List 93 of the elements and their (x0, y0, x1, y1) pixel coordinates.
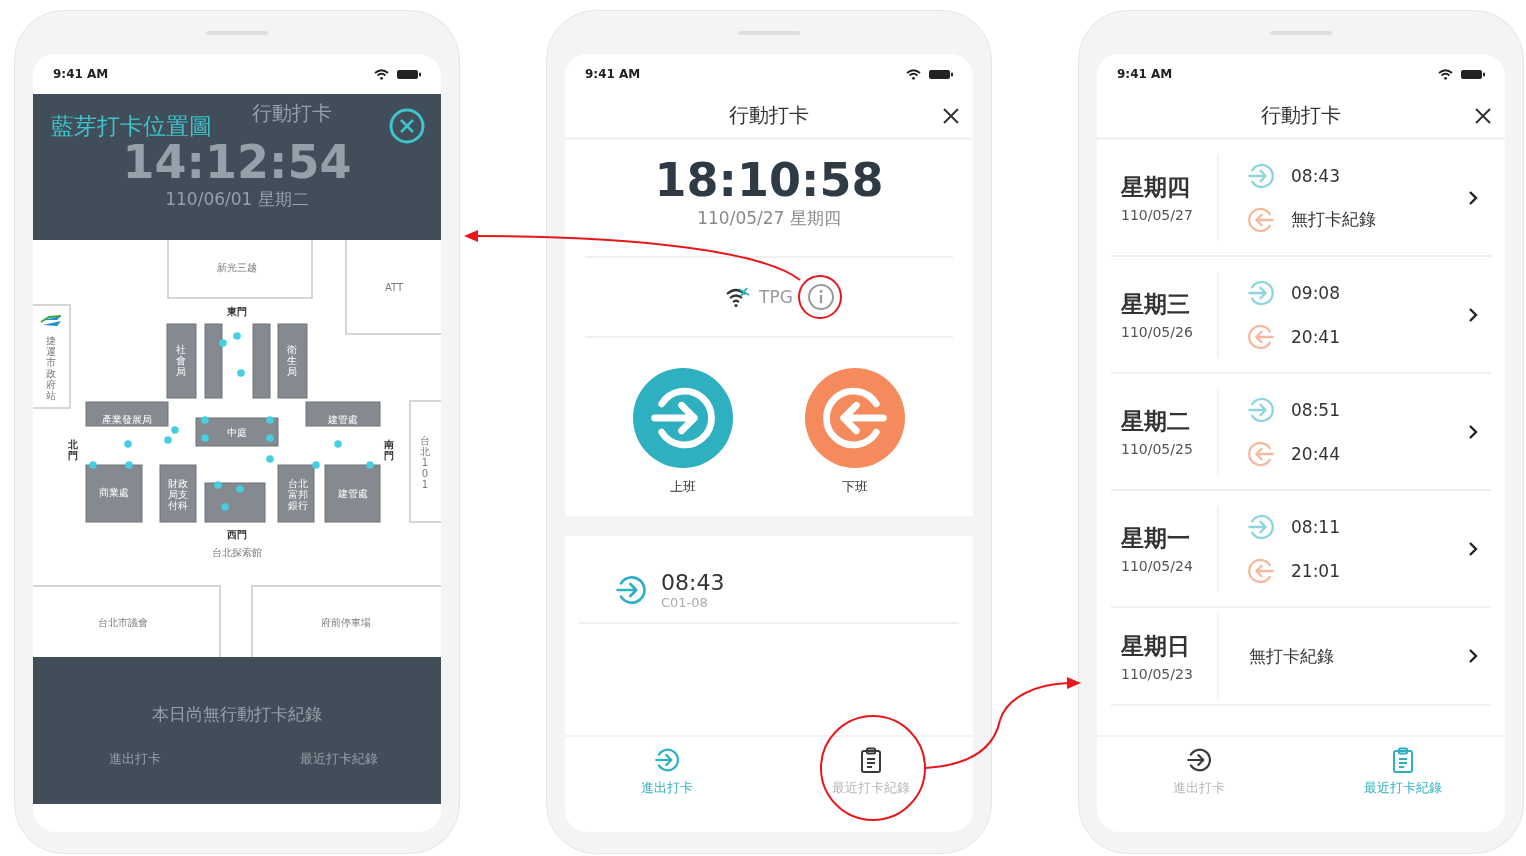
annotation-circle (798, 275, 842, 319)
map-label: ATT (384, 281, 404, 293)
map-label: 東門 (227, 305, 247, 317)
map-label: 產業發展局 (102, 413, 152, 425)
screen-title: 行動打卡 (729, 102, 809, 129)
punch-time: 無打卡紀錄 (1291, 208, 1376, 231)
battery-icon (1461, 68, 1485, 80)
punch-time: 08:11 (1291, 516, 1340, 537)
map-label: 社會局 (176, 343, 186, 377)
info-button[interactable] (806, 282, 835, 311)
info-icon (806, 282, 835, 311)
arrow-in-circle-icon (1247, 395, 1275, 424)
close-icon (1473, 105, 1493, 126)
arrow-in-circle-icon (1186, 747, 1212, 773)
chevron-right-icon (1468, 648, 1478, 664)
network-name: TPG (759, 286, 793, 307)
chevron-right-icon (1468, 540, 1478, 557)
map-label: 建管處 (338, 487, 368, 499)
arrow-out-circle-icon (1247, 556, 1275, 585)
map-label: 南門 (384, 439, 394, 461)
arrow-out-circle-icon (1247, 439, 1275, 468)
map-label: 西門 (227, 528, 247, 540)
close-button[interactable] (941, 105, 961, 126)
date-text: 110/05/27 星期四 (697, 206, 841, 230)
chevron-right-icon (1468, 189, 1478, 206)
record-location: C01-08 (661, 594, 709, 610)
no-record-text: 無打卡紀錄 (1248, 644, 1335, 668)
arrow-in-circle-icon (654, 747, 680, 773)
map-label: 財政局支付科 (168, 477, 188, 511)
map-label: 北門 (68, 439, 78, 461)
nav-tab[interactable]: 最近打卡紀錄 (1301, 737, 1505, 832)
wifi-icon (906, 68, 921, 80)
date-text: 110/05/24 (1121, 558, 1194, 574)
chevron-right-icon (1468, 423, 1478, 440)
arrow-in-circle-icon (1247, 161, 1275, 190)
punch-label: 下班 (842, 477, 868, 496)
status-time: 9:41 AM (53, 67, 109, 81)
screen-title: 行動打卡 (1261, 102, 1341, 129)
punch-time: 20:44 (1291, 443, 1340, 464)
nav-tab[interactable]: 進出打卡 (109, 750, 161, 768)
date-text: 110/05/26 (1121, 324, 1194, 340)
empty-message: 本日尚無行動打卡紀錄 (152, 703, 322, 726)
nav-tab[interactable]: 最近打卡紀錄 (769, 737, 973, 832)
map-label: 中庭 (227, 426, 247, 438)
weekday-text: 星期四 (1121, 173, 1191, 202)
map-label: 台北101 (420, 434, 430, 490)
map-label: 台北富邦銀行 (288, 477, 308, 511)
wifi-icon (725, 285, 752, 308)
punch-time: 09:08 (1291, 282, 1340, 303)
punch-time: 20:41 (1291, 326, 1340, 347)
punch-time: 08:51 (1291, 399, 1340, 420)
map-label: 台北市議會 (98, 616, 148, 628)
punch-time: 21:01 (1291, 560, 1340, 581)
map-label: 台北探索館 (212, 546, 262, 558)
clock-time: 18:10:58 (654, 154, 884, 207)
punch-time: 08:43 (1291, 165, 1340, 186)
status-time: 9:41 AM (1117, 67, 1173, 81)
arrow-out-circle-icon (1247, 205, 1275, 234)
weekday-text: 星期三 (1121, 290, 1191, 319)
map-label: 商業處 (99, 486, 129, 498)
date-text: 110/05/25 (1121, 441, 1194, 457)
status-time: 9:41 AM (585, 67, 641, 81)
battery-icon (397, 68, 421, 80)
arrow-in-circle-icon (1247, 278, 1275, 307)
arrow-in-circle-icon (615, 573, 647, 606)
map-label: 新光三越 (217, 261, 257, 273)
map-label: 衛生局 (287, 343, 297, 377)
screen-title: 行動打卡 (252, 100, 332, 127)
map-label: 建管處 (328, 413, 358, 425)
wifi-icon (1438, 68, 1453, 80)
map-label: 府前停車場 (321, 616, 371, 628)
close-icon (941, 105, 961, 126)
close-circle-icon (389, 108, 425, 144)
date-text: 110/05/23 (1121, 665, 1194, 682)
battery-icon (929, 68, 953, 80)
record-time: 08:43 (661, 569, 725, 595)
close-button[interactable] (1473, 105, 1493, 126)
clipboard-icon (1391, 747, 1415, 773)
weekday-text: 星期日 (1121, 631, 1191, 661)
weekday-text: 星期一 (1121, 524, 1191, 553)
map-label: 捷運市政府站 (46, 335, 56, 401)
clipboard-icon (859, 747, 883, 773)
punch-label: 上班 (670, 477, 696, 496)
wifi-icon (374, 68, 389, 80)
date-text: 110/05/27 (1121, 207, 1194, 223)
chevron-right-icon (1468, 306, 1478, 323)
date-text: 110/06/01 星期二 (165, 187, 309, 211)
weekday-text: 星期二 (1121, 407, 1191, 436)
arrow-out-circle-icon (1247, 322, 1275, 351)
nav-tab[interactable]: 最近打卡紀錄 (300, 750, 378, 768)
nav-tab[interactable]: 進出打卡 (565, 737, 769, 832)
arrow-in-circle-icon (1247, 512, 1275, 541)
nav-tab[interactable]: 進出打卡 (1097, 737, 1301, 832)
